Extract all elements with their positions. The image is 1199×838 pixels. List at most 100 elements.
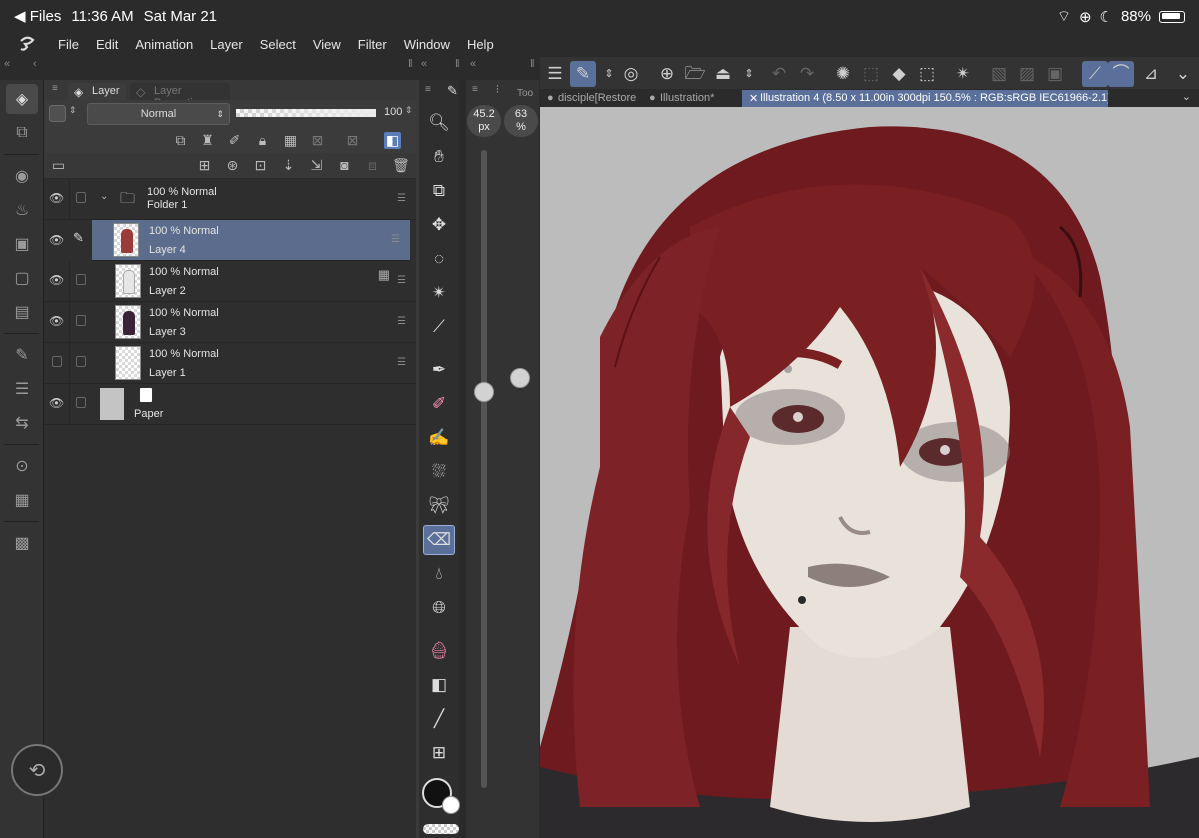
collapse-arrow-icon[interactable]: ‹ bbox=[33, 58, 37, 70]
fill-tool-icon[interactable]: 🧁︎ bbox=[423, 636, 455, 666]
settings-sliders-icon[interactable]: ☰ bbox=[6, 374, 38, 404]
opacity-value[interactable]: 100 bbox=[384, 106, 402, 118]
transform-icon[interactable]: ⬚ bbox=[914, 61, 940, 87]
blend-mode-select[interactable]: Normal ⇕ bbox=[87, 103, 230, 125]
pen-tool-icon[interactable]: ✒ bbox=[423, 355, 455, 385]
app-logo-icon[interactable] bbox=[18, 35, 36, 53]
decoration-tool-icon[interactable]: 🎀︎ bbox=[423, 491, 455, 521]
layer-color-swatch[interactable] bbox=[49, 105, 66, 122]
tab-layer[interactable]: ◈ Layer bbox=[68, 83, 126, 100]
menu-select[interactable]: Select bbox=[260, 37, 296, 52]
menu-layer[interactable]: Layer bbox=[210, 37, 243, 52]
lock-transparent-icon[interactable]: ▦ bbox=[282, 132, 299, 149]
invert-selection-icon[interactable]: ▨ bbox=[1014, 61, 1040, 87]
line-tool-icon[interactable]: ╱ bbox=[423, 704, 455, 734]
layer-check-box[interactable] bbox=[76, 274, 86, 285]
eraser-tool-icon[interactable]: ⌫ bbox=[423, 525, 455, 555]
new-vector-layer-icon[interactable]: ⊛ bbox=[224, 157, 241, 174]
fill-icon[interactable]: ◆ bbox=[886, 61, 912, 87]
snap-ruler-icon[interactable]: ⟋ bbox=[1082, 61, 1108, 87]
material-icon[interactable]: ▣ bbox=[6, 229, 38, 259]
menu-edit[interactable]: Edit bbox=[96, 37, 118, 52]
frame-tool-icon[interactable]: ⊞ bbox=[423, 738, 455, 768]
grid-panel-icon[interactable]: ▩ bbox=[6, 528, 38, 558]
gradient-tool-icon[interactable]: ◧ bbox=[423, 670, 455, 700]
layer-row-layer-2[interactable]: 👁︎ 100 % Normal Layer 2 ▦ ☰ bbox=[44, 261, 416, 302]
transfer-down-icon[interactable]: ⇣ bbox=[280, 157, 297, 174]
layer-thumbnail-toggle-icon[interactable]: ▭ bbox=[50, 157, 67, 174]
save-file-icon[interactable]: ⏏ bbox=[710, 61, 736, 87]
zoom-navigator-icon[interactable]: ⊙ bbox=[6, 451, 38, 481]
layer-check-box[interactable] bbox=[76, 397, 86, 408]
visibility-off-box[interactable] bbox=[52, 356, 62, 367]
collapse-subtool-icon[interactable]: « bbox=[470, 58, 476, 70]
transfer-icon[interactable]: ⇆ bbox=[6, 408, 38, 438]
airbrush-tool-icon[interactable]: ⛆ bbox=[423, 457, 455, 487]
brush-opacity-readout[interactable]: 63 % bbox=[504, 105, 538, 137]
show-selection-icon[interactable]: ▣ bbox=[1042, 61, 1068, 87]
layers-panel-icon[interactable]: ◈ bbox=[6, 84, 38, 114]
doc-tab-disciple[interactable]: ● disciple[Restore bbox=[540, 90, 638, 107]
brush-opacity-slider[interactable] bbox=[517, 150, 523, 788]
expand-commands-icon[interactable]: ⌄ bbox=[1170, 61, 1196, 87]
command-menu-icon[interactable]: ☰ bbox=[542, 61, 568, 87]
blend-tool-icon[interactable]: 💧︎ bbox=[423, 559, 455, 589]
back-to-files-link[interactable]: ◀ Files bbox=[14, 7, 61, 25]
layer-menu-icon[interactable]: ☰ bbox=[397, 316, 406, 327]
visibility-eye-icon[interactable]: 👁︎ bbox=[49, 314, 64, 328]
file-stepper-icon[interactable]: ⇕ bbox=[736, 61, 762, 87]
menu-help[interactable]: Help bbox=[467, 37, 494, 52]
brush-size-knob[interactable] bbox=[474, 382, 494, 403]
brush-tool-icon[interactable]: ✍ bbox=[423, 423, 455, 453]
selection-launcher-icon[interactable]: ✴ bbox=[950, 61, 976, 87]
reference-layer-icon[interactable]: ♜ bbox=[199, 132, 216, 149]
opacity-slider[interactable] bbox=[236, 109, 376, 117]
layer-row-layer-4[interactable]: 100 % Normal Layer 4 ☰ bbox=[92, 220, 410, 261]
layer-check-box[interactable] bbox=[76, 315, 86, 326]
companion-icon[interactable]: ◎ bbox=[618, 61, 644, 87]
magic-wand-tool-icon[interactable]: ✴ bbox=[423, 278, 455, 308]
tool-palette-menu-icon[interactable]: ≡ bbox=[425, 84, 431, 95]
brush-size-slider[interactable] bbox=[481, 150, 487, 788]
layer-row-layer-3[interactable]: 👁︎ 100 % Normal Layer 3 ☰ bbox=[44, 302, 416, 343]
visibility-eye-icon[interactable]: 👁︎ bbox=[49, 233, 64, 247]
brush-opacity-knob[interactable] bbox=[510, 368, 530, 389]
hand-tool-icon[interactable]: ✋︎ bbox=[423, 142, 455, 172]
layer-menu-icon[interactable]: ☰ bbox=[397, 193, 406, 204]
clear-outside-icon[interactable]: ⬚ bbox=[858, 61, 884, 87]
history-icon[interactable]: ▦ bbox=[6, 485, 38, 515]
deselect-icon[interactable]: ▧ bbox=[986, 61, 1012, 87]
sub-color-swatch[interactable] bbox=[442, 796, 460, 814]
transparent-color-swatch[interactable] bbox=[423, 824, 459, 834]
lock-layer-icon[interactable]: 🔒︎ bbox=[254, 132, 271, 149]
snap-special-ruler-icon[interactable]: ⌒ bbox=[1108, 61, 1134, 87]
menu-filter[interactable]: Filter bbox=[358, 37, 387, 52]
ruler-enable-icon[interactable]: ⊠ bbox=[344, 132, 361, 149]
eyedropper-tool-icon[interactable]: ⟋ bbox=[423, 312, 455, 342]
tool-property-icon[interactable]: ✎ bbox=[6, 340, 38, 370]
draft-layer-icon[interactable]: ✐ bbox=[226, 132, 243, 149]
layer-check-box[interactable] bbox=[76, 192, 86, 203]
layer-row-paper[interactable]: 👁︎ Paper bbox=[44, 384, 416, 425]
delete-layer-icon[interactable]: 🗑︎ bbox=[392, 157, 410, 174]
layer-menu-icon[interactable]: ☰ bbox=[397, 275, 406, 286]
new-file-icon[interactable]: ⊕ bbox=[654, 61, 680, 87]
drag-handle-2-icon[interactable]: ‖ bbox=[455, 58, 460, 70]
subtool-tab-label[interactable]: Too bbox=[517, 88, 533, 99]
tab-layer-properties[interactable]: ◇ Layer Properties bbox=[130, 83, 230, 109]
3d-tool-icon[interactable]: 🌐︎ bbox=[423, 593, 455, 623]
opacity-stepper-icon[interactable]: ⇕ bbox=[405, 105, 413, 116]
menu-animation[interactable]: Animation bbox=[135, 37, 193, 52]
panel-splitter-2[interactable] bbox=[459, 80, 466, 838]
merge-layer-icon[interactable]: ⇲ bbox=[308, 157, 325, 174]
clip-to-layer-icon[interactable]: ⧉ bbox=[172, 132, 189, 149]
timeline-icon[interactable]: ▤ bbox=[6, 297, 38, 327]
menu-view[interactable]: View bbox=[313, 37, 341, 52]
rotate-tool-icon[interactable]: ⧉ bbox=[423, 176, 455, 206]
pencil-tool-icon[interactable]: ✐ bbox=[423, 389, 455, 419]
menu-window[interactable]: Window bbox=[404, 37, 450, 52]
zoom-tool-icon[interactable]: 🔍︎ bbox=[423, 108, 455, 138]
mask-enable-icon[interactable]: ⊠ bbox=[309, 132, 326, 149]
layer-search-icon[interactable]: ⧉ bbox=[6, 118, 38, 148]
drag-handle-icon[interactable]: ‖ bbox=[408, 58, 413, 70]
